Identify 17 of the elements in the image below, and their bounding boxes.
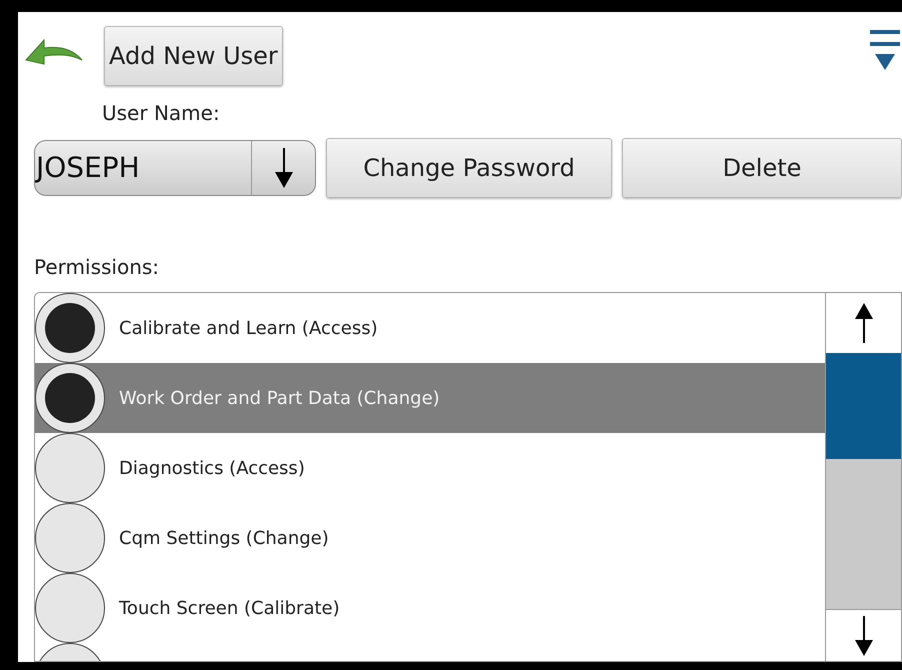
permission-label: Touch Screen (Calibrate)	[119, 596, 340, 620]
radio-button[interactable]	[35, 363, 105, 433]
permission-label: Calibrate and Learn (Access)	[119, 316, 378, 340]
permission-label: Diagnostics (Access)	[119, 456, 305, 480]
down-arrow-icon	[854, 616, 872, 656]
permission-label: Cqm Settings (Change)	[119, 526, 329, 550]
permission-label: Work Order and Part Data (Change)	[119, 386, 440, 410]
delete-button[interactable]: Delete	[622, 138, 902, 198]
permissions-label: Permissions:	[34, 254, 160, 281]
change-password-button[interactable]: Change Password	[326, 138, 612, 198]
down-arrow-icon	[274, 148, 292, 188]
permission-row[interactable]: Work Order and Part Data (Change)	[35, 363, 825, 433]
scrollbar[interactable]	[825, 293, 901, 661]
user-name-label: User Name:	[102, 100, 220, 127]
up-arrow-icon	[854, 303, 872, 343]
radio-button[interactable]	[35, 293, 105, 363]
add-new-user-button[interactable]: Add New User	[104, 26, 283, 86]
